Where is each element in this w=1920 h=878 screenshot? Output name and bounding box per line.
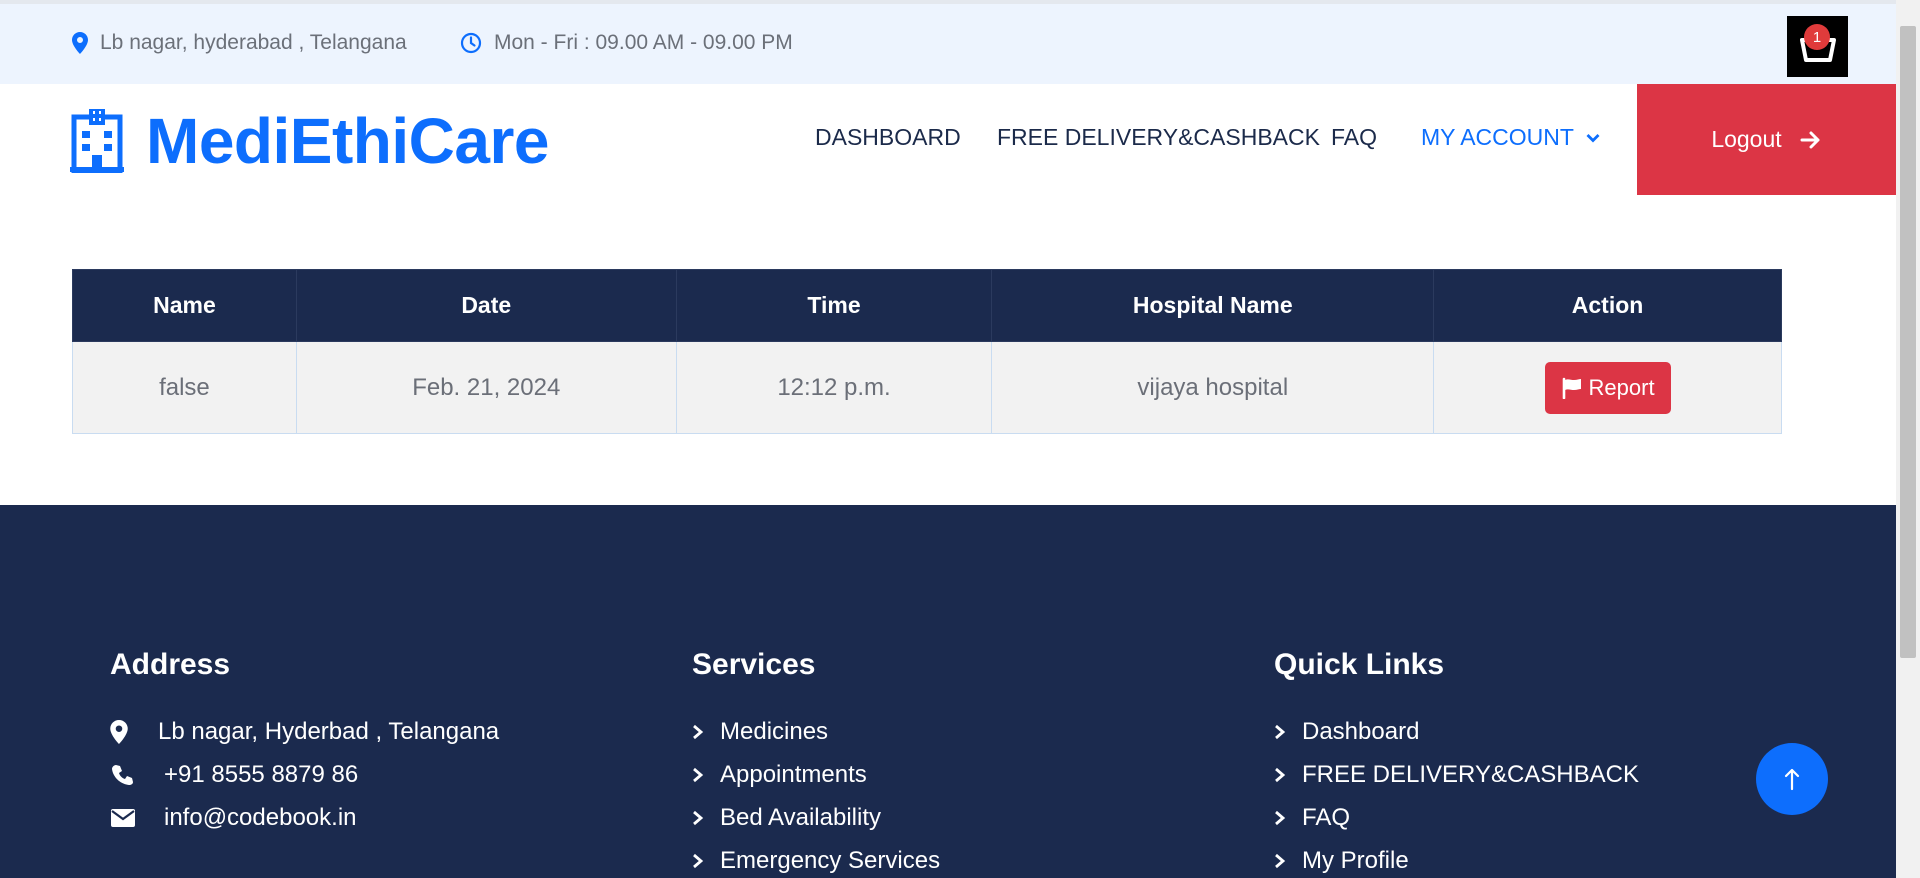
footer: Address Lb nagar, Hyderbad , Telangana +… [0,505,1896,878]
nav-dashboard[interactable]: DASHBOARD [815,124,961,151]
hospital-icon [70,109,124,173]
footer-quick-link[interactable]: FAQ [1274,796,1639,839]
table-header-row: Name Date Time Hospital Name Action [72,269,1782,342]
chevron-right-icon [1275,767,1286,782]
cell-hospital-name: vijaya hospital [991,341,1435,434]
footer-quick-link-label: Dashboard [1302,717,1420,745]
chevron-right-icon [693,724,704,739]
report-label: Report [1588,374,1655,400]
footer-quick-link[interactable]: FREE DELIVERY&CASHBACK [1274,753,1639,796]
chevron-down-icon [1586,133,1600,142]
footer-phone: +91 8555 8879 86 [110,753,499,796]
top-info-bar: Lb nagar, hyderabad , Telangana Mon - Fr… [0,0,1896,84]
nav-faq[interactable]: FAQ [1331,124,1377,151]
footer-phone-text: +91 8555 8879 86 [164,760,359,788]
cell-action: Report [1433,341,1782,434]
nav-my-account-label: MY ACCOUNT [1421,124,1574,150]
footer-quick-link[interactable]: Dashboard [1274,710,1639,753]
back-to-top-button[interactable] [1756,743,1828,815]
chevron-right-icon [693,853,704,868]
footer-service-link[interactable]: Bed Availability [692,796,940,839]
map-marker-icon [72,32,88,54]
chevron-right-icon [1275,853,1286,868]
column-header-hospital-name: Hospital Name [991,269,1435,342]
cell-time: 12:12 p.m. [675,341,993,434]
footer-location-text: Lb nagar, Hyderbad , Telangana [158,717,500,745]
flag-icon [1562,377,1581,399]
column-header-time: Time [675,269,993,342]
footer-address-title: Address [110,648,231,681]
footer-service-label: Medicines [720,717,829,745]
chevron-right-icon [693,767,704,782]
arrow-right-icon [1800,131,1820,148]
nav-my-account[interactable]: MY ACCOUNT [1421,124,1600,151]
footer-location: Lb nagar, Hyderbad , Telangana [110,710,499,753]
footer-service-label: Appointments [720,760,867,788]
phone-icon [112,764,133,785]
cell-date: Feb. 21, 2024 [295,341,677,434]
chevron-right-icon [1275,724,1286,739]
brand-logo[interactable]: MediEthiCare [70,104,549,178]
column-header-date: Date [295,269,677,342]
logout-button[interactable]: Logout [1637,84,1896,195]
footer-email: info@codebook.in [110,796,499,839]
footer-quick-link-label: FAQ [1302,803,1351,831]
footer-service-label: Emergency Services [720,846,941,874]
footer-address-column: Address Lb nagar, Hyderbad , Telangana +… [110,648,499,839]
topbar-hours: Mon - Fri : 09.00 AM - 09.00 PM [460,31,793,55]
cart-count-badge: 1 [1804,24,1830,50]
topbar-address-text: Lb nagar, hyderabad , Telangana [100,31,407,54]
cell-name: false [72,341,297,434]
chevron-right-icon [693,810,704,825]
footer-services-column: Services Medicines Appointments Bed Avai… [692,648,940,878]
appointments-table: Name Date Time Hospital Name Action fals… [72,269,1782,434]
footer-service-link[interactable]: Medicines [692,710,940,753]
footer-quick-links-title: Quick Links [1274,648,1445,681]
footer-email-text: info@codebook.in [164,803,357,831]
topbar-hours-text: Mon - Fri : 09.00 AM - 09.00 PM [494,31,793,54]
footer-quick-link-label: My Profile [1302,846,1409,874]
column-header-action: Action [1433,269,1782,342]
nav-free-delivery-cashback[interactable]: FREE DELIVERY&CASHBACK [997,124,1320,151]
clock-icon [460,32,482,54]
report-button[interactable]: Report [1544,361,1671,414]
footer-service-label: Bed Availability [720,803,881,831]
page-scrollbar-thumb[interactable] [1900,26,1916,658]
topbar-address: Lb nagar, hyderabad , Telangana [72,31,407,55]
chevron-right-icon [1275,810,1286,825]
footer-quick-link-label: FREE DELIVERY&CASHBACK [1302,760,1639,788]
footer-service-link[interactable]: Appointments [692,753,940,796]
envelope-icon [111,808,135,827]
table-row: false Feb. 21, 2024 12:12 p.m. vijaya ho… [72,341,1782,434]
footer-service-link[interactable]: Emergency Services [692,839,940,878]
arrow-up-icon [1784,768,1800,791]
footer-services-title: Services [692,648,816,681]
column-header-name: Name [72,269,297,342]
brand-name: MediEthiCare [146,105,549,177]
footer-quick-link[interactable]: My Profile [1274,839,1639,878]
logout-label: Logout [1711,126,1782,152]
map-marker-icon [110,719,128,744]
footer-quick-links-column: Quick Links Dashboard FREE DELIVERY&CASH… [1274,648,1639,878]
